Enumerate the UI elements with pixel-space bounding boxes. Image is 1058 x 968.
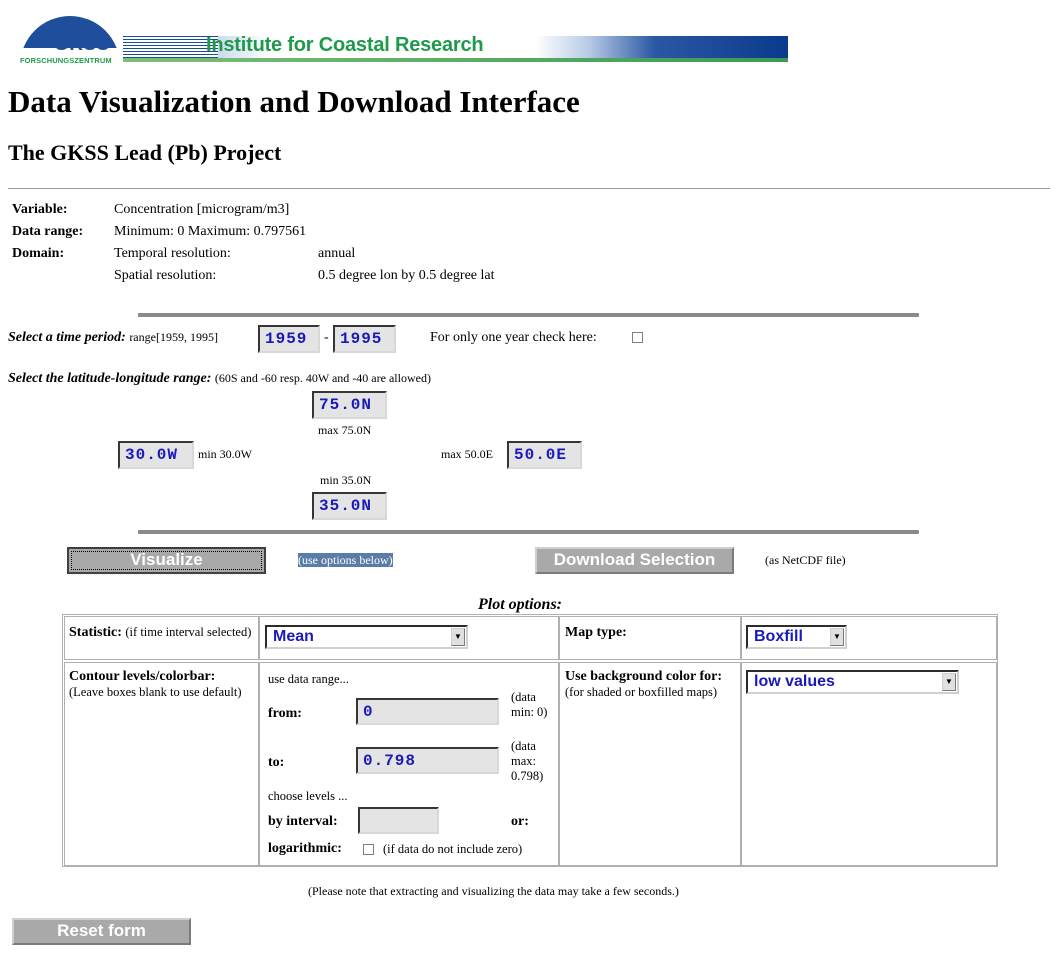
logo-text: GKSS	[54, 34, 110, 55]
to-label: to:	[268, 755, 285, 770]
visualize-hint-text: (use options below)	[298, 553, 393, 567]
domain-label: Domain:	[12, 246, 65, 261]
bg-color-cell: Use background color for: (for shaded or…	[559, 662, 741, 866]
one-year-label: For only one year check here:	[430, 330, 597, 345]
one-year-checkbox[interactable]	[632, 332, 643, 343]
south-min-label: min 35.0N	[320, 473, 372, 487]
data-range-label: Data range:	[12, 224, 84, 239]
interval-input[interactable]	[358, 807, 439, 834]
data-range-value: Minimum: 0 Maximum: 0.797561	[114, 224, 307, 239]
contour-inputs-cell: use data range... from: 0 (data min: 0) …	[259, 662, 559, 866]
banner-green-line	[123, 58, 788, 62]
maptype-selected-value: Boxfill	[754, 628, 803, 645]
plot-options-heading: Plot options:	[478, 596, 563, 613]
time-period-label: Select a time period:	[8, 330, 126, 345]
dropdown-arrow-icon: ▼	[942, 673, 956, 691]
bg-color-select[interactable]: low values ▼	[746, 670, 959, 694]
institute-name: Institute for Coastal Research	[206, 34, 484, 56]
choose-levels-label: choose levels ...	[268, 789, 348, 803]
bg-color-hint: (for shaded or boxfilled maps)	[565, 685, 718, 699]
visualize-button[interactable]: Visualize	[67, 547, 266, 574]
maptype-select-cell: Boxfill ▼	[741, 616, 997, 660]
variable-label: Variable:	[12, 202, 68, 217]
east-lon-input[interactable]: 50.0E	[507, 441, 582, 469]
variable-value: Concentration [microgram/m3]	[114, 202, 290, 217]
south-lat-input[interactable]: 35.0N	[312, 492, 387, 520]
section-divider	[138, 313, 919, 317]
statistic-selected-value: Mean	[273, 628, 314, 645]
latlon-label: Select the latitude-longitude range:	[8, 371, 212, 386]
contour-hint: (Leave boxes blank to use default)	[69, 685, 242, 699]
maptype-cell: Map type:	[559, 616, 741, 660]
page-subtitle: The GKSS Lead (Pb) Project	[8, 140, 282, 165]
download-selection-button[interactable]: Download Selection	[535, 547, 734, 574]
to-input[interactable]: 0.798	[356, 747, 499, 774]
from-label: from:	[268, 706, 302, 721]
latlon-row: Select the latitude-longitude range: (60…	[8, 371, 431, 387]
statistic-cell: Statistic: (if time interval selected)	[64, 616, 259, 660]
gkss-logo: GKSS FORSCHUNGSZENTRUM	[18, 14, 123, 66]
logarithmic-checkbox[interactable]	[363, 844, 374, 855]
temporal-resolution-value: annual	[318, 246, 356, 261]
temporal-resolution-label: Temporal resolution:	[114, 246, 231, 261]
year-separator: -	[324, 330, 329, 345]
time-period-row: Select a time period: range[1959, 1995]	[8, 330, 218, 346]
start-year-input[interactable]: 1959	[258, 325, 320, 353]
bg-color-label-group: Use background color for: (for shaded or…	[565, 669, 737, 700]
divider	[8, 188, 1050, 189]
statistic-select[interactable]: Mean ▼	[265, 625, 468, 649]
interval-label: by interval:	[268, 814, 338, 829]
statistic-label: Statistic:	[69, 625, 122, 640]
east-max-label: max 50.0E	[441, 447, 493, 461]
contour-label: Contour levels/colorbar:	[69, 669, 216, 684]
spatial-resolution-label: Spatial resolution:	[114, 268, 217, 283]
north-lat-input[interactable]: 75.0N	[312, 391, 387, 419]
or-label: or:	[511, 814, 529, 829]
banner: GKSS FORSCHUNGSZENTRUM Institute for Coa…	[18, 14, 790, 66]
bg-color-label: Use background color for:	[565, 669, 722, 684]
to-hint: (data max: 0.798)	[511, 739, 544, 783]
contour-label-group: Contour levels/colorbar: (Leave boxes bl…	[69, 669, 255, 700]
logarithmic-label: logarithmic:	[268, 841, 342, 856]
from-input[interactable]: 0	[356, 698, 499, 725]
end-year-input[interactable]: 1995	[333, 325, 396, 353]
logarithmic-hint: (if data do not include zero)	[383, 842, 523, 856]
statistic-label-group: Statistic: (if time interval selected)	[69, 625, 255, 640]
from-hint: (data min: 0)	[511, 690, 548, 719]
bg-select-cell: low values ▼	[741, 662, 997, 866]
dropdown-arrow-icon: ▼	[451, 628, 465, 646]
spatial-resolution-value: 0.5 degree lon by 0.5 degree lat	[318, 268, 495, 283]
west-min-label: min 30.0W	[198, 447, 252, 461]
time-range-hint: range[1959, 1995]	[129, 330, 218, 344]
download-hint: (as NetCDF file)	[765, 553, 846, 567]
latlon-hint: (60S and -60 resp. 40W and -40 are allow…	[214, 371, 431, 385]
maptype-label: Map type:	[565, 625, 627, 640]
statistic-hint: (if time interval selected)	[125, 625, 252, 639]
section-divider	[138, 530, 919, 534]
north-max-label: max 75.0N	[318, 423, 372, 437]
use-data-range-label: use data range...	[268, 672, 349, 686]
banner-stripes	[123, 36, 218, 58]
processing-note: (Please note that extracting and visuali…	[308, 884, 679, 898]
maptype-select[interactable]: Boxfill ▼	[746, 625, 847, 649]
visualize-hint: (use options below)	[298, 553, 393, 568]
logo-subtext: FORSCHUNGSZENTRUM	[20, 56, 112, 65]
dropdown-arrow-icon: ▼	[830, 628, 844, 646]
contour-label-cell: Contour levels/colorbar: (Leave boxes bl…	[64, 662, 259, 866]
west-lon-input[interactable]: 30.0W	[118, 441, 194, 469]
statistic-select-cell: Mean ▼	[259, 616, 559, 660]
bg-color-selected-value: low values	[754, 673, 835, 690]
plot-options-table: Statistic: (if time interval selected) M…	[62, 614, 998, 867]
page-title: Data Visualization and Download Interfac…	[8, 84, 580, 119]
reset-form-button[interactable]: Reset form	[12, 918, 191, 945]
